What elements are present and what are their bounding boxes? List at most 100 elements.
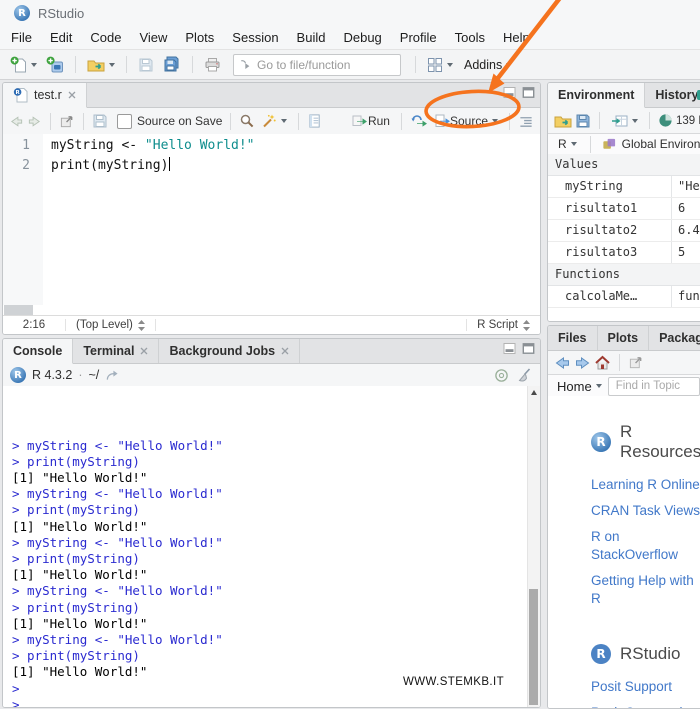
open-file-dropdown-arrow[interactable] — [109, 63, 115, 67]
file-type-selector[interactable]: R Script — [466, 319, 540, 331]
console-tab[interactable]: Terminal — [73, 339, 159, 363]
console-line: > print(myString) — [12, 648, 526, 664]
environment-object-row[interactable]: myString"Hello World!" — [548, 176, 700, 198]
save-all-button[interactable] — [160, 54, 184, 75]
language-dropdown-arrow[interactable] — [571, 142, 577, 146]
back-icon[interactable] — [9, 114, 24, 129]
environment-object-row[interactable]: risultato16 — [548, 198, 700, 220]
addins-button[interactable]: Addins — [459, 56, 515, 74]
help-home-selector[interactable]: Home — [554, 377, 605, 396]
panes-layout-button[interactable] — [424, 55, 456, 75]
help-link[interactable]: Getting Help with R — [591, 572, 700, 608]
import-dropdown-arrow[interactable] — [632, 119, 638, 123]
help-home-dropdown-arrow[interactable] — [596, 384, 602, 388]
help-link[interactable]: Posit Support — [591, 678, 700, 696]
new-file-icon — [10, 56, 27, 73]
minimize-pane-icon[interactable] — [503, 343, 516, 354]
clipped-tab-icon[interactable] — [696, 88, 700, 102]
working-directory-label[interactable]: ~/ — [88, 368, 99, 382]
load-workspace-icon[interactable] — [554, 113, 572, 129]
new-file-dropdown-arrow[interactable] — [31, 63, 37, 67]
menu-item[interactable]: Edit — [41, 27, 81, 48]
code-editor[interactable]: 12 myString <- "Hello World!"print(myStr… — [3, 134, 540, 305]
files-tab[interactable]: Files — [548, 326, 598, 350]
menu-item[interactable]: Profile — [391, 27, 446, 48]
tab-test-r[interactable]: R test.r — [3, 83, 87, 108]
save-icon[interactable] — [92, 113, 108, 129]
close-icon[interactable] — [281, 347, 289, 355]
maximize-pane-icon[interactable] — [522, 343, 535, 354]
console-output[interactable]: > myString <- "Hello World!" > print(mySt… — [3, 386, 540, 707]
popout-icon[interactable] — [628, 355, 644, 370]
print-button[interactable] — [201, 55, 224, 75]
scroll-up-arrow-icon[interactable] — [531, 390, 537, 395]
popout-icon[interactable] — [59, 114, 75, 129]
environment-tab[interactable]: Environment — [548, 83, 645, 108]
minimize-pane-icon[interactable] — [503, 87, 516, 98]
console-tab[interactable]: Console — [3, 339, 73, 364]
environment-object-row[interactable]: calcolaMe…function — [548, 286, 700, 308]
source-on-save-checkbox[interactable] — [117, 114, 132, 129]
document-outline-icon[interactable] — [518, 114, 534, 129]
help-back-icon[interactable] — [554, 355, 571, 371]
forward-icon[interactable] — [27, 114, 42, 129]
menu-item[interactable]: Debug — [334, 27, 390, 48]
help-link[interactable]: Learning R Online — [591, 476, 700, 494]
language-selector-button[interactable]: R — [555, 135, 580, 153]
save-button[interactable] — [135, 55, 157, 75]
goto-file-box[interactable] — [233, 54, 401, 76]
scrollbar-thumb[interactable] — [529, 589, 538, 705]
code-tools-button[interactable] — [258, 111, 290, 131]
files-tab[interactable]: Plots — [598, 326, 650, 350]
environment-tab[interactable]: History — [645, 83, 700, 107]
source-button[interactable]: Source — [431, 111, 501, 131]
menu-item[interactable]: Build — [288, 27, 335, 48]
addins-dropdown-arrow[interactable] — [506, 63, 512, 67]
menu-item[interactable]: Plots — [176, 27, 223, 48]
menu-item[interactable]: File — [2, 27, 41, 48]
new-project-button[interactable] — [43, 54, 67, 75]
view-directory-icon[interactable] — [105, 369, 119, 382]
code-area[interactable]: myString <- "Hello World!"print(myString… — [43, 134, 255, 305]
help-link[interactable]: R on StackOverflow — [591, 528, 700, 564]
scope-selector[interactable]: (Top Level) — [66, 319, 156, 331]
menu-item[interactable]: Code — [81, 27, 130, 48]
close-icon[interactable] — [68, 91, 76, 99]
new-file-button[interactable] — [7, 54, 40, 75]
tab-label: Terminal — [83, 344, 134, 358]
clear-console-icon[interactable] — [516, 368, 533, 383]
maximize-pane-icon[interactable] — [522, 87, 535, 98]
run-button[interactable]: Run — [348, 111, 393, 131]
files-tab[interactable]: Packages — [649, 326, 700, 350]
session-suspend-icon[interactable] — [494, 368, 509, 383]
code-text: print(myString) — [51, 158, 168, 173]
menu-item[interactable]: Tools — [446, 27, 494, 48]
rerun-icon[interactable] — [410, 113, 428, 129]
import-dataset-button[interactable] — [608, 111, 641, 131]
code-tools-dropdown-arrow[interactable] — [281, 119, 287, 123]
save-workspace-icon[interactable] — [575, 113, 591, 129]
help-link[interactable]: CRAN Task Views — [591, 502, 700, 520]
memory-usage-label[interactable]: 139 MiB — [676, 115, 700, 127]
find-in-topic-input[interactable] — [614, 379, 694, 393]
source-dropdown-arrow[interactable] — [492, 119, 498, 123]
environment-object-row[interactable]: risultato26.4 — [548, 220, 700, 242]
close-icon[interactable] — [140, 347, 148, 355]
help-forward-icon[interactable] — [574, 355, 591, 371]
goto-file-input[interactable] — [255, 57, 396, 73]
search-icon[interactable] — [239, 113, 255, 129]
console-scrollbar[interactable] — [527, 386, 540, 707]
help-link[interactable]: Posit Community - RStudio IDE — [591, 704, 700, 708]
find-in-topic-box[interactable] — [608, 377, 700, 396]
environment-scope-selector[interactable]: Global Environment — [622, 137, 700, 151]
console-tab[interactable]: Background Jobs — [159, 339, 300, 363]
panes-dropdown-arrow[interactable] — [447, 63, 453, 67]
console-line: > myString <- "Hello World!" — [12, 438, 526, 454]
home-icon[interactable] — [594, 355, 611, 371]
menu-item[interactable]: Help — [494, 27, 539, 48]
menu-item[interactable]: View — [130, 27, 176, 48]
compile-report-icon[interactable] — [307, 113, 322, 129]
open-file-button[interactable] — [84, 55, 118, 75]
environment-object-row[interactable]: risultato35 — [548, 242, 700, 264]
menu-item[interactable]: Session — [223, 27, 287, 48]
